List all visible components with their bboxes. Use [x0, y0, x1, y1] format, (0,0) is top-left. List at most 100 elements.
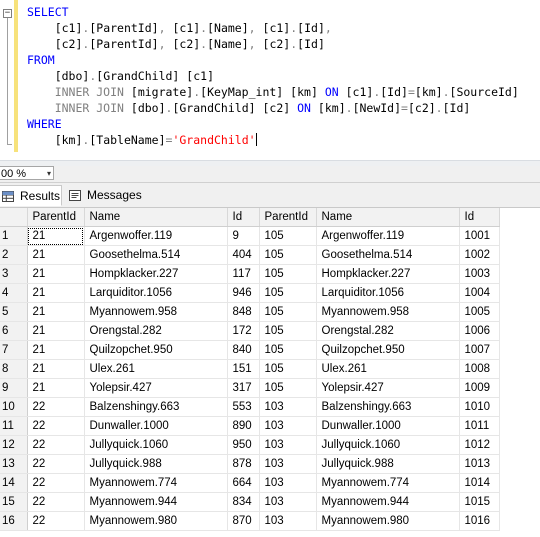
table-cell[interactable]: Ulex.261 [84, 359, 228, 379]
column-header[interactable]: ParentId [259, 208, 317, 227]
table-cell[interactable]: Dunwaller.1000 [316, 416, 460, 436]
table-cell[interactable]: Myannowem.958 [84, 302, 228, 322]
table-cell[interactable]: Myannowem.958 [316, 302, 460, 322]
table-cell[interactable]: 105 [259, 264, 317, 284]
table-row[interactable]: 5 21 Myannowem.958 848 105 Myannowem.958 1005 [0, 302, 500, 322]
table-cell[interactable]: 317 [227, 378, 260, 398]
table-cell[interactable]: 1014 [459, 473, 500, 493]
table-cell[interactable]: 1001 [459, 226, 500, 246]
table-cell[interactable]: 1009 [459, 378, 500, 398]
table-cell[interactable]: 1015 [459, 492, 500, 512]
table-cell[interactable]: Jullyquick.1060 [316, 435, 460, 455]
column-header[interactable]: Name [316, 208, 460, 227]
table-cell[interactable]: 1007 [459, 340, 500, 360]
table-cell[interactable]: 151 [227, 359, 260, 379]
table-cell[interactable]: 103 [259, 473, 317, 493]
table-cell[interactable]: 103 [259, 435, 317, 455]
table-cell[interactable]: Orengstal.282 [316, 321, 460, 341]
table-row[interactable]: 11 22 Dunwaller.1000 890 103 Dunwaller.1000 10… [0, 416, 500, 436]
table-cell[interactable]: Myannowem.944 [84, 492, 228, 512]
table-cell[interactable]: 21 [27, 283, 85, 303]
table-cell[interactable]: 21 [27, 302, 85, 322]
row-number[interactable]: 7 [0, 340, 28, 360]
table-cell[interactable]: 1010 [459, 397, 500, 417]
table-cell[interactable]: 105 [259, 245, 317, 265]
table-cell[interactable]: 553 [227, 397, 260, 417]
table-cell[interactable]: 22 [27, 435, 85, 455]
row-number[interactable]: 2 [0, 245, 28, 265]
table-cell[interactable]: 21 [27, 264, 85, 284]
table-row[interactable]: 6 21 Orengstal.282 172 105 Orengstal.282 1006 [0, 321, 500, 341]
table-cell[interactable]: 103 [259, 511, 317, 531]
code-line[interactable]: INNER JOIN [migrate]. [KeyMap_int] [km] O… [27, 84, 519, 100]
sql-code[interactable]: SELECT [c1].[ParentId], [c1].[Name], [c1… [27, 4, 519, 148]
sql-editor[interactable]: − SELECT [c1].[ParentId], [c1].[Name], [… [0, 0, 540, 160]
zoom-dropdown[interactable]: 00 % ▾ [0, 166, 54, 180]
table-cell[interactable]: Argenwoffer.119 [316, 226, 460, 246]
table-cell[interactable]: Larquiditor.1056 [316, 283, 460, 303]
table-cell[interactable]: 22 [27, 511, 85, 531]
table-cell[interactable]: 22 [27, 473, 85, 493]
table-cell[interactable]: Ulex.261 [316, 359, 460, 379]
table-cell[interactable]: 105 [259, 340, 317, 360]
table-cell[interactable]: Jullyquick.988 [316, 454, 460, 474]
row-number[interactable]: 6 [0, 321, 28, 341]
table-cell[interactable]: Quilzopchet.950 [84, 340, 228, 360]
table-cell[interactable]: 22 [27, 492, 85, 512]
column-header[interactable]: ParentId [27, 208, 85, 227]
table-cell[interactable]: 21 [27, 245, 85, 265]
table-cell[interactable]: Myannowem.774 [84, 473, 228, 493]
row-number[interactable]: 11 [0, 416, 28, 436]
tab-results[interactable]: Results [0, 185, 62, 206]
table-cell[interactable]: 1008 [459, 359, 500, 379]
table-cell[interactable]: 946 [227, 283, 260, 303]
table-row[interactable]: 7 21 Quilzopchet.950 840 105 Quilzopchet.950 1… [0, 340, 500, 360]
table-cell[interactable]: 848 [227, 302, 260, 322]
table-cell[interactable]: 103 [259, 397, 317, 417]
code-line[interactable]: SELECT [27, 4, 519, 20]
table-cell[interactable]: 664 [227, 473, 260, 493]
table-row[interactable]: 13 22 Jullyquick.988 878 103 Jullyquick.988 10… [0, 454, 500, 474]
table-row[interactable]: 9 21 Yolepsir.427 317 105 Yolepsir.427 1009 [0, 378, 500, 398]
collapse-region-icon[interactable]: − [3, 9, 12, 18]
row-number[interactable]: 13 [0, 454, 28, 474]
table-cell[interactable]: 1011 [459, 416, 500, 436]
table-cell[interactable]: 105 [259, 378, 317, 398]
row-number[interactable]: 5 [0, 302, 28, 322]
table-cell[interactable]: 21 [27, 321, 85, 341]
column-header[interactable]: Id [459, 208, 500, 227]
table-cell[interactable]: 105 [259, 283, 317, 303]
row-number[interactable]: 14 [0, 473, 28, 493]
table-cell[interactable]: 1005 [459, 302, 500, 322]
table-cell[interactable]: 21 [27, 226, 85, 246]
table-cell[interactable]: 1006 [459, 321, 500, 341]
code-line[interactable]: [c1].[ParentId], [c1].[Name], [c1].[Id], [27, 20, 519, 36]
table-row[interactable]: 15 22 Myannowem.944 834 103 Myannowem.944 1015 [0, 492, 500, 512]
table-cell[interactable]: 21 [27, 378, 85, 398]
table-cell[interactable]: Jullyquick.988 [84, 454, 228, 474]
table-cell[interactable]: 103 [259, 454, 317, 474]
table-cell[interactable]: 117 [227, 264, 260, 284]
table-cell[interactable]: Larquiditor.1056 [84, 283, 228, 303]
table-cell[interactable]: 22 [27, 416, 85, 436]
row-number[interactable]: 12 [0, 435, 28, 455]
table-cell[interactable]: 172 [227, 321, 260, 341]
table-cell[interactable]: Jullyquick.1060 [84, 435, 228, 455]
table-cell[interactable]: Dunwaller.1000 [84, 416, 228, 436]
row-number[interactable]: 3 [0, 264, 28, 284]
table-cell[interactable]: 1013 [459, 454, 500, 474]
column-header[interactable]: Name [84, 208, 228, 227]
table-row[interactable]: 10 22 Balzenshingy.663 553 103 Balzenshingy.6… [0, 397, 500, 417]
table-cell[interactable]: 21 [27, 340, 85, 360]
table-cell[interactable]: Yolepsir.427 [84, 378, 228, 398]
table-cell[interactable]: Myannowem.980 [316, 511, 460, 531]
table-cell[interactable]: 1002 [459, 245, 500, 265]
table-cell[interactable]: Hompklacker.227 [316, 264, 460, 284]
table-row[interactable]: 4 21 Larquiditor.1056 946 105 Larquiditor.105… [0, 283, 500, 303]
code-line[interactable]: FROM [27, 52, 519, 68]
row-number[interactable]: 15 [0, 492, 28, 512]
table-cell[interactable]: Hompklacker.227 [84, 264, 228, 284]
table-cell[interactable]: Myannowem.944 [316, 492, 460, 512]
table-cell[interactable]: Goosethelma.514 [316, 245, 460, 265]
table-cell[interactable]: 103 [259, 416, 317, 436]
